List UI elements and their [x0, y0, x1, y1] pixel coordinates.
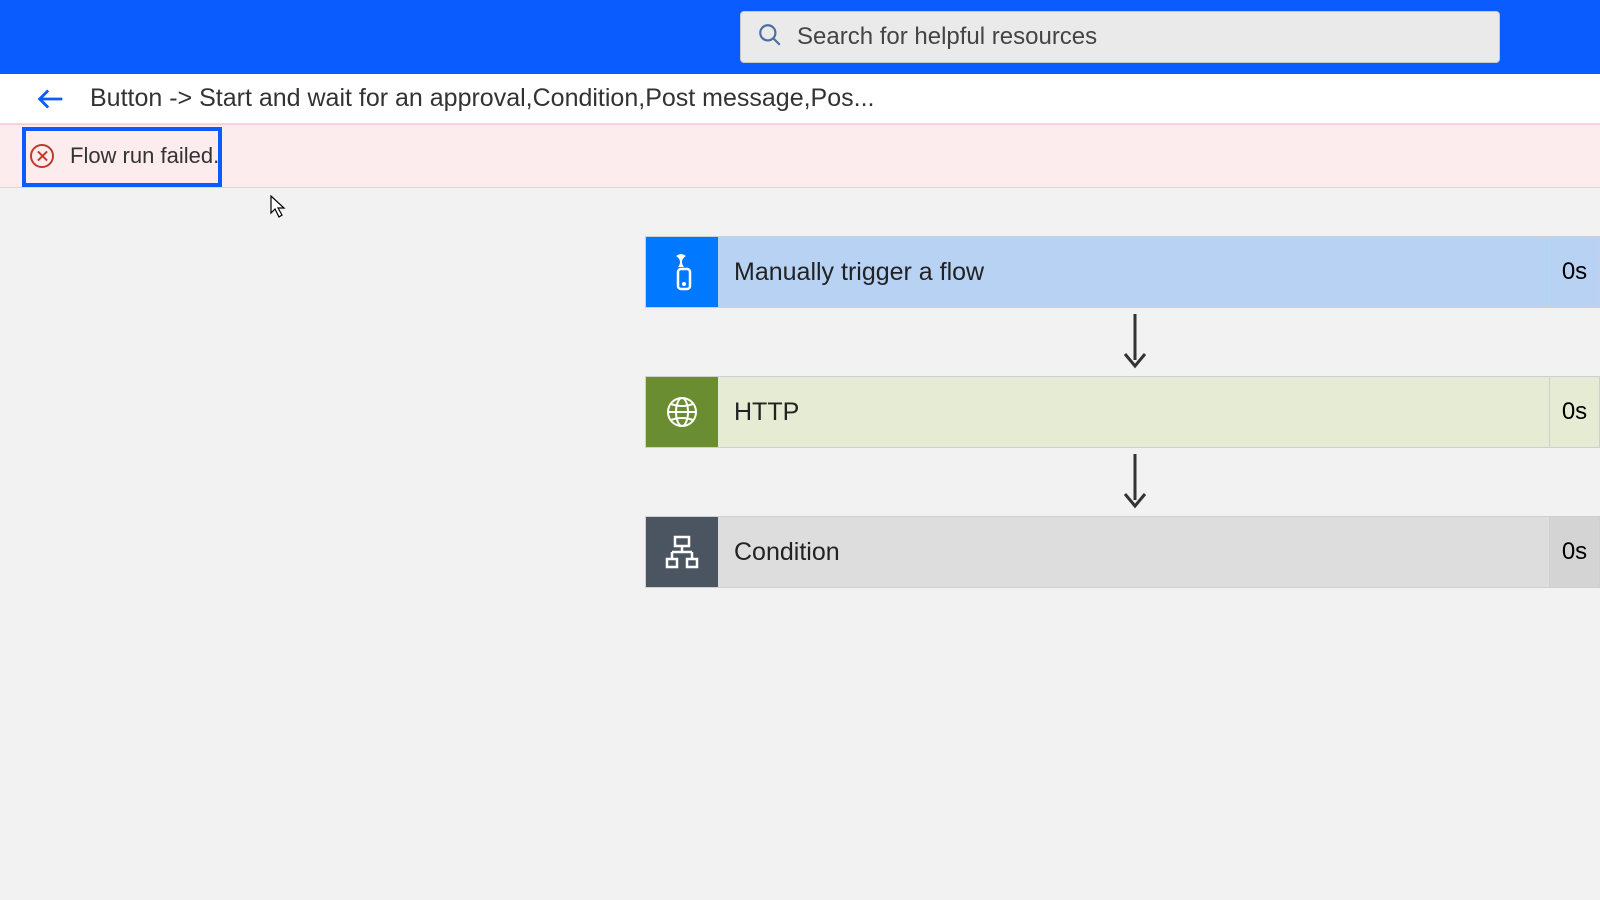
arrow-left-icon	[34, 82, 68, 116]
error-message: Flow run failed.	[70, 143, 219, 169]
back-button[interactable]	[34, 82, 68, 116]
step-duration: 0s	[1549, 377, 1599, 447]
search-input[interactable]	[797, 23, 1483, 51]
step-label: Manually trigger a flow	[718, 237, 1549, 307]
error-icon	[30, 144, 54, 168]
condition-icon	[646, 517, 718, 587]
flow-connector	[645, 308, 1600, 376]
flow-step-trigger[interactable]: Manually trigger a flow 0s	[645, 236, 1600, 308]
error-banner: Flow run failed.	[0, 124, 1600, 188]
arrow-down-icon	[1120, 312, 1150, 372]
trigger-icon	[646, 237, 718, 307]
flow-step-condition[interactable]: Condition 0s	[645, 516, 1600, 588]
arrow-down-icon	[1120, 452, 1150, 512]
flow-step-http[interactable]: HTTP 0s	[645, 376, 1600, 448]
search-icon	[757, 22, 797, 53]
breadcrumb-bar: Button -> Start and wait for an approval…	[0, 74, 1600, 124]
breadcrumb-title: Button -> Start and wait for an approval…	[90, 84, 874, 113]
step-label: Condition	[718, 517, 1549, 587]
step-duration: 0s	[1549, 237, 1599, 307]
step-duration: 0s	[1549, 517, 1599, 587]
header-bar	[0, 0, 1600, 74]
http-icon	[646, 377, 718, 447]
flow-canvas: Manually trigger a flow 0s HTTP 0s	[0, 188, 1600, 588]
step-label: HTTP	[718, 377, 1549, 447]
flow-connector	[645, 448, 1600, 516]
search-box[interactable]	[740, 11, 1500, 63]
